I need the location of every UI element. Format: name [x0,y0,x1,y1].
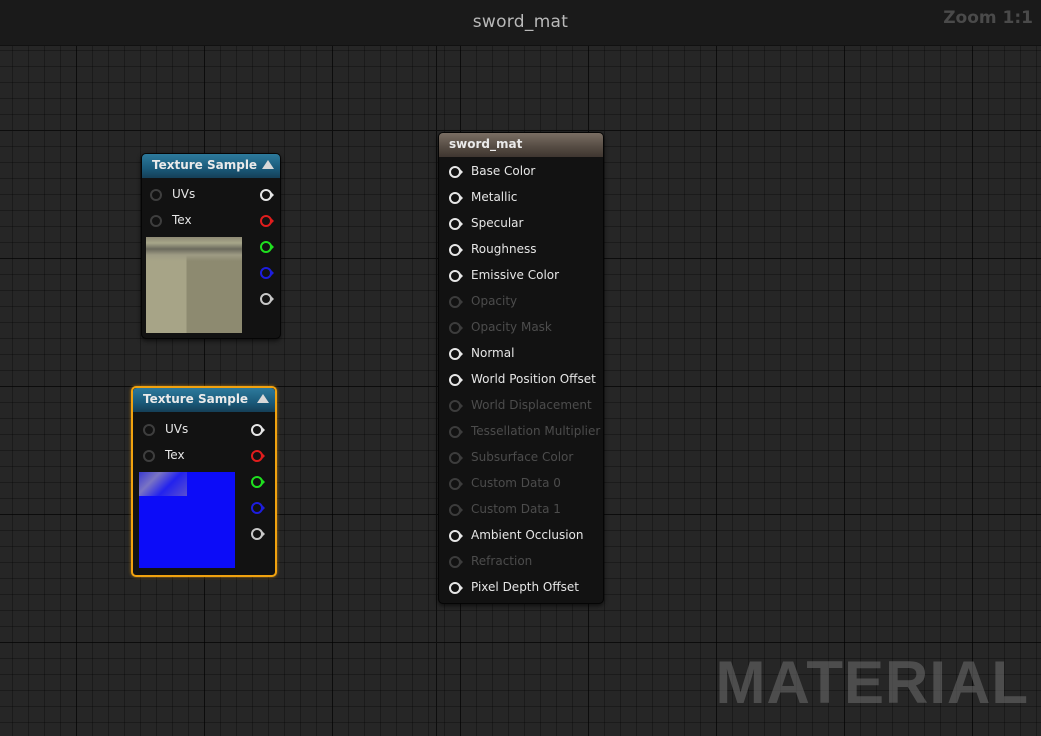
material-input-world-displacement[interactable]: World Displacement [449,397,599,415]
pin-label: UVs [165,422,189,436]
graph-origin-vertical-axis [436,0,437,736]
input-pin-icon[interactable] [143,450,157,462]
output-pin-r-icon[interactable] [260,215,274,227]
input-pin-tex[interactable]: Tex [150,212,210,230]
material-input-ambient-occlusion[interactable]: Ambient Occlusion [449,527,599,545]
pin-label: Subsurface Color [471,450,574,464]
input-pin-icon[interactable] [150,215,164,227]
input-pin-icon[interactable] [449,322,463,334]
input-pin-icon[interactable] [449,556,463,568]
graph-title: sword_mat [472,12,569,32]
input-pin-icon[interactable] [143,424,157,436]
material-input-refraction[interactable]: Refraction [449,553,599,571]
output-pin-a-icon[interactable] [251,528,265,540]
input-pin-uvs[interactable]: UVs [143,421,203,439]
input-pin-icon[interactable] [449,218,463,230]
node-title: Texture Sample [152,158,258,172]
pin-label: Pixel Depth Offset [471,580,579,594]
input-pin-icon[interactable] [449,452,463,464]
pin-label: Refraction [471,554,533,568]
input-pin-icon[interactable] [449,478,463,490]
output-pin-r-icon[interactable] [251,450,265,462]
material-input-opacity[interactable]: Opacity [449,293,599,311]
pin-label: Ambient Occlusion [471,528,584,542]
node-title: Texture Sample [143,392,249,406]
input-pin-icon[interactable] [449,374,463,386]
diffuse-texture-preview [146,237,242,333]
input-pin-icon[interactable] [449,504,463,516]
pin-label: Roughness [471,242,537,256]
input-pin-icon[interactable] [449,166,463,178]
output-pin-rgb-icon[interactable] [251,424,265,436]
material-input-normal[interactable]: Normal [449,345,599,363]
output-pin-g-icon[interactable] [260,241,274,253]
input-pin-icon[interactable] [449,426,463,438]
input-pin-icon[interactable] [449,400,463,412]
input-pin-uvs[interactable]: UVs [150,186,210,204]
material-input-subsurface-color[interactable]: Subsurface Color [449,449,599,467]
material-watermark: MATERIAL [715,649,1029,716]
normal-map-preview [139,472,235,568]
material-input-base-color[interactable]: Base Color [449,163,599,181]
pin-label: Normal [471,346,515,360]
output-pin-b-icon[interactable] [251,502,265,514]
material-input-custom-data-1[interactable]: Custom Data 1 [449,501,599,519]
pin-label: UVs [172,187,196,201]
input-pin-icon[interactable] [150,189,164,201]
collapse-arrow-icon[interactable] [257,394,269,403]
node-header[interactable]: Texture Sample [133,388,275,412]
texture-sample-node-selected[interactable]: Texture Sample UVs Tex [131,386,277,577]
output-pin-b-icon[interactable] [260,267,274,279]
pin-label: Metallic [471,190,518,204]
node-title: sword_mat [449,137,523,151]
material-input-opacity-mask[interactable]: Opacity Mask [449,319,599,337]
material-input-custom-data-0[interactable]: Custom Data 0 [449,475,599,493]
texture-sample-node[interactable]: Texture Sample UVs Tex [141,153,281,339]
graph-title-bar: sword_mat Zoom 1:1 [0,0,1041,46]
material-input-roughness[interactable]: Roughness [449,241,599,259]
node-header[interactable]: Texture Sample [142,154,280,178]
input-pin-icon[interactable] [449,270,463,282]
material-input-pixel-depth-offset[interactable]: Pixel Depth Offset [449,579,599,597]
node-header[interactable]: sword_mat [439,133,603,157]
material-input-tessellation-multiplier[interactable]: Tessellation Multiplier [449,423,601,441]
output-pin-g-icon[interactable] [251,476,265,488]
pin-label: Custom Data 0 [471,476,561,490]
pin-label: Emissive Color [471,268,560,282]
pin-label: Specular [471,216,524,230]
pin-label: Tex [172,213,192,227]
material-input-emissive-color[interactable]: Emissive Color [449,267,599,285]
normal-map-detail [139,472,187,496]
material-input-world-position-offset[interactable]: World Position Offset [449,371,599,389]
input-pin-icon[interactable] [449,296,463,308]
collapse-arrow-icon[interactable] [262,160,274,169]
pin-label: Tex [165,448,185,462]
pin-label: Opacity Mask [471,320,552,334]
pin-label: World Displacement [471,398,592,412]
input-pin-icon[interactable] [449,582,463,594]
input-pin-tex[interactable]: Tex [143,447,203,465]
graph-origin-horizontal-axis [0,130,1041,131]
material-input-metallic[interactable]: Metallic [449,189,599,207]
output-pin-rgb-icon[interactable] [260,189,274,201]
input-pin-icon[interactable] [449,192,463,204]
pin-label: Base Color [471,164,536,178]
input-pin-icon[interactable] [449,530,463,542]
zoom-level-label: Zoom 1:1 [943,8,1033,28]
pin-label: Custom Data 1 [471,502,561,516]
pin-label: Tessellation Multiplier [471,424,601,438]
input-pin-icon[interactable] [449,348,463,360]
material-result-node[interactable]: sword_mat Base Color Metallic Specular Roug… [438,132,604,604]
input-pin-icon[interactable] [449,244,463,256]
pin-label: Opacity [471,294,518,308]
material-input-specular[interactable]: Specular [449,215,599,233]
pin-label: World Position Offset [471,372,596,386]
output-pin-a-icon[interactable] [260,293,274,305]
